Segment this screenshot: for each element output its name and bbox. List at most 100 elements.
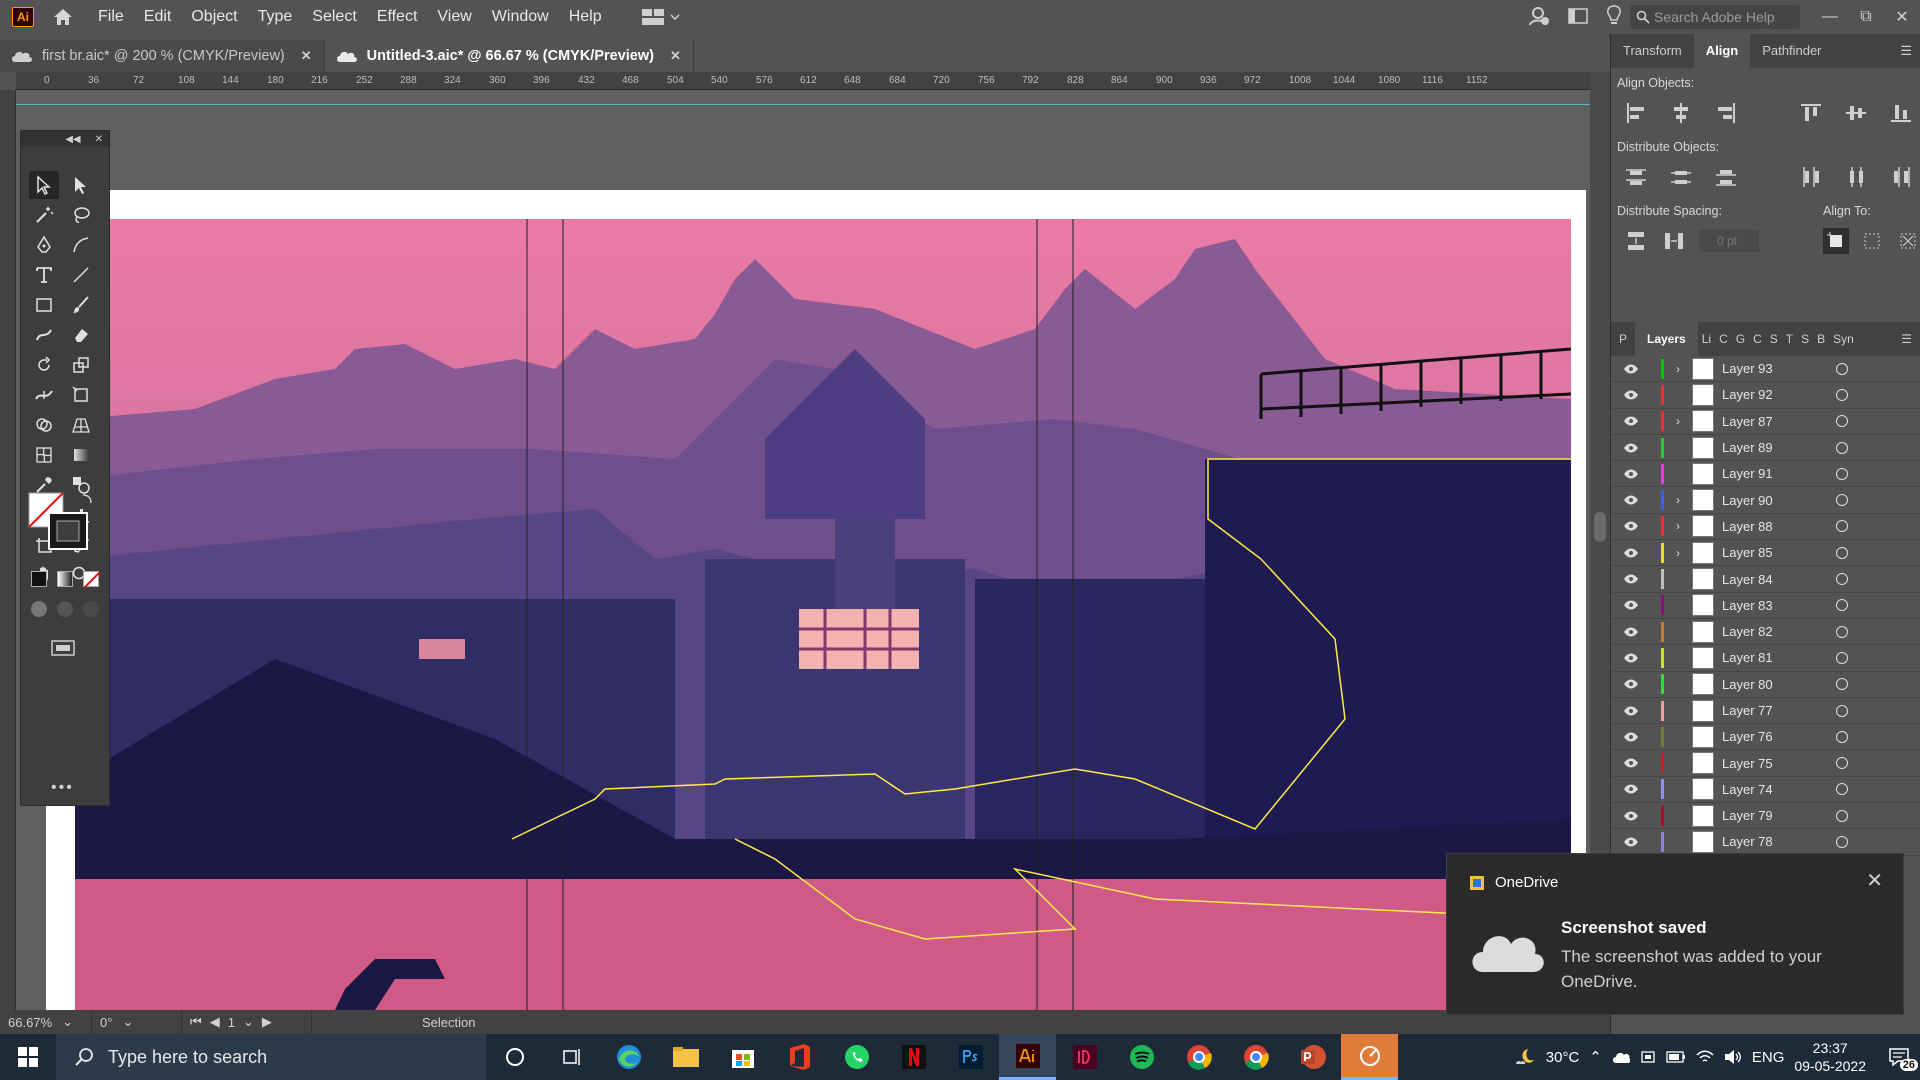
battery-icon[interactable]: [1666, 1051, 1686, 1063]
menu-window[interactable]: Window: [482, 0, 559, 34]
layer-row[interactable]: Layer 78: [1611, 829, 1920, 856]
layer-target-icon[interactable]: [1836, 704, 1848, 717]
screen-mode-icon[interactable]: [49, 639, 79, 664]
distribute-horizontal-center-icon[interactable]: [1844, 164, 1869, 190]
expand-layer-icon[interactable]: ›: [1664, 414, 1692, 428]
lasso-tool[interactable]: [66, 201, 96, 229]
layer-row[interactable]: › Layer 90: [1611, 487, 1920, 514]
visibility-eye-icon[interactable]: [1611, 548, 1651, 558]
eraser-tool[interactable]: [66, 321, 96, 349]
photoshop-icon[interactable]: [942, 1034, 999, 1080]
task-view-icon[interactable]: [543, 1034, 600, 1080]
layer-name[interactable]: Layer 78: [1722, 834, 1832, 849]
previous-artboard-icon[interactable]: ◀: [210, 1014, 220, 1030]
workspace-switcher[interactable]: [641, 9, 680, 25]
edge-browser-icon[interactable]: [600, 1034, 657, 1080]
layer-row[interactable]: Layer 83: [1611, 593, 1920, 619]
pen-tool[interactable]: [29, 231, 59, 259]
onedrive-notification[interactable]: OneDrive ✕ Screenshot saved The screensh…: [1446, 853, 1904, 1015]
layer-target-icon[interactable]: [1836, 783, 1848, 796]
perspective-grid-tool[interactable]: [66, 411, 96, 439]
visibility-eye-icon[interactable]: [1611, 443, 1651, 453]
layer-row[interactable]: Layer 75: [1611, 750, 1920, 777]
tab-swatches[interactable]: S: [1797, 322, 1813, 356]
spotify-icon[interactable]: [1113, 1034, 1170, 1080]
chrome-profile-icon[interactable]: [1227, 1034, 1284, 1080]
current-tool-field[interactable]: Selection: [312, 1010, 482, 1034]
align-bottom-icon[interactable]: [1889, 100, 1914, 126]
close-notification-icon[interactable]: ✕: [1866, 868, 1883, 893]
layer-name[interactable]: Layer 90: [1722, 493, 1832, 508]
tab-transform[interactable]: Transform: [1611, 34, 1694, 68]
edit-toolbar-icon[interactable]: •••: [51, 779, 74, 797]
expand-layer-icon[interactable]: ›: [1664, 493, 1692, 507]
netflix-icon[interactable]: [885, 1034, 942, 1080]
tab-stroke[interactable]: S: [1766, 322, 1782, 356]
snipping-tool-icon[interactable]: [1341, 1034, 1398, 1080]
vertical-spacing-icon[interactable]: [1623, 228, 1649, 254]
office-icon[interactable]: [771, 1034, 828, 1080]
visibility-eye-icon[interactable]: [1611, 706, 1651, 716]
document-tab-untitled-3[interactable]: Untitled-3.aic* @ 66.67 % (CMYK/Preview)…: [324, 40, 694, 72]
volume-icon[interactable]: [1724, 1049, 1742, 1065]
tab-gradient[interactable]: G: [1732, 322, 1749, 356]
layer-row[interactable]: › Layer 88: [1611, 514, 1920, 541]
tab-color[interactable]: C: [1715, 322, 1732, 356]
layer-row[interactable]: Layer 74: [1611, 777, 1920, 804]
action-center-button[interactable]: 26: [1888, 1047, 1918, 1071]
microsoft-store-icon[interactable]: [714, 1034, 771, 1080]
mesh-tool[interactable]: [29, 441, 59, 469]
rotate-tool[interactable]: [29, 351, 59, 379]
device-icon[interactable]: [1640, 1049, 1656, 1065]
layer-target-icon[interactable]: [1836, 599, 1848, 612]
align-right-icon[interactable]: [1713, 100, 1738, 126]
layer-row[interactable]: Layer 92: [1611, 382, 1920, 409]
file-explorer-icon[interactable]: [657, 1034, 714, 1080]
tab-layers[interactable]: Layers: [1635, 322, 1698, 356]
expand-layer-icon[interactable]: ›: [1664, 519, 1692, 533]
layer-name[interactable]: Layer 85: [1722, 545, 1832, 560]
layer-row[interactable]: Layer 81: [1611, 645, 1920, 672]
rotation-field[interactable]: 0° ⌄: [92, 1010, 182, 1034]
align-center-horizontal-icon[interactable]: [1668, 100, 1693, 126]
layer-name[interactable]: Layer 81: [1722, 650, 1832, 665]
draw-behind-icon[interactable]: [57, 601, 73, 617]
spacing-value-input[interactable]: 0 pt: [1699, 230, 1759, 252]
direct-selection-tool[interactable]: [66, 171, 96, 199]
align-center-vertical-icon[interactable]: [1844, 100, 1869, 126]
close-window-button[interactable]: ✕: [1884, 2, 1920, 32]
whatsapp-icon[interactable]: [828, 1034, 885, 1080]
taskbar-search-input[interactable]: Type here to search: [56, 1034, 486, 1080]
minimize-button[interactable]: —: [1812, 2, 1848, 32]
artboard-number[interactable]: 1: [228, 1015, 235, 1030]
layer-target-icon[interactable]: [1836, 757, 1848, 770]
visibility-eye-icon[interactable]: [1611, 811, 1651, 821]
draw-normal-icon[interactable]: [31, 601, 47, 617]
align-to-key-object-icon[interactable]: [1895, 228, 1920, 254]
tab-libraries[interactable]: Li: [1698, 322, 1715, 356]
distribute-right-icon[interactable]: [1889, 164, 1914, 190]
menu-edit[interactable]: Edit: [134, 0, 182, 34]
layer-target-icon[interactable]: [1836, 441, 1848, 454]
wifi-icon[interactable]: [1696, 1050, 1714, 1064]
help-search-input[interactable]: Search Adobe Help: [1630, 5, 1800, 29]
tools-panel-header[interactable]: ◀◀ ✕: [21, 131, 109, 147]
horizontal-ruler[interactable]: 0 36 72 108 144 180 216 252 288 324 360 …: [16, 72, 1590, 90]
layer-target-icon[interactable]: [1836, 388, 1848, 401]
first-artboard-icon[interactable]: ⏮: [190, 1014, 202, 1030]
weather-moon-icon[interactable]: [1514, 1046, 1536, 1068]
layer-target-icon[interactable]: [1836, 494, 1848, 507]
powerpoint-icon[interactable]: [1284, 1034, 1341, 1080]
align-to-artboard-icon[interactable]: [1823, 228, 1849, 254]
layer-target-icon[interactable]: [1836, 573, 1848, 586]
align-to-selection-icon[interactable]: [1859, 228, 1885, 254]
panel-menu-icon[interactable]: ☰: [1900, 43, 1912, 59]
menu-type[interactable]: Type: [248, 0, 303, 34]
visibility-eye-icon[interactable]: [1611, 627, 1651, 637]
gradient-tool[interactable]: [66, 441, 96, 469]
layer-name[interactable]: Layer 84: [1722, 572, 1832, 587]
panel-menu-icon[interactable]: ☰: [1901, 332, 1912, 346]
distribute-left-icon[interactable]: [1799, 164, 1824, 190]
menu-object[interactable]: Object: [181, 0, 247, 34]
layer-name[interactable]: Layer 83: [1722, 598, 1832, 613]
